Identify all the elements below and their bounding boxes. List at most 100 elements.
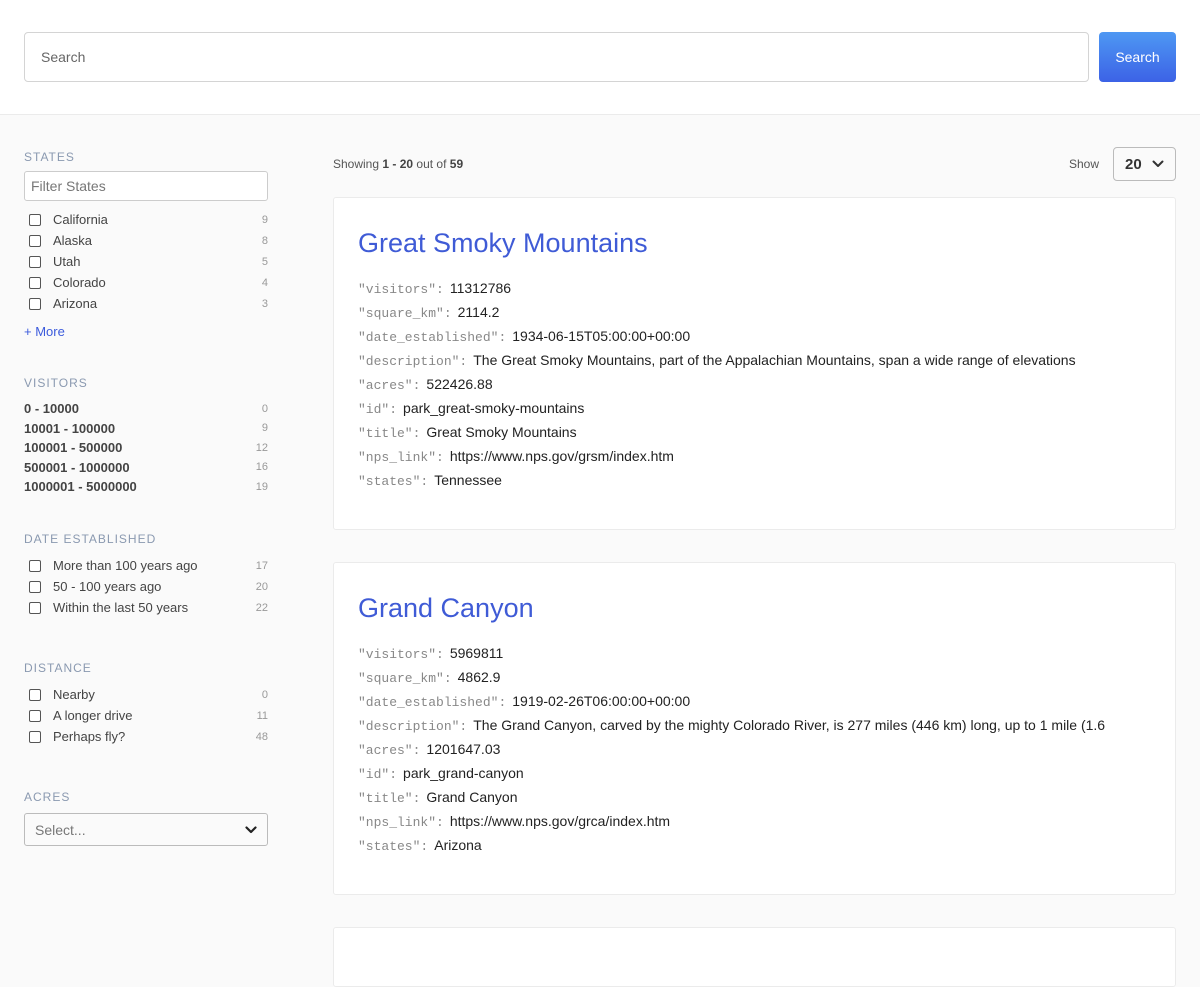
field-key: "acres" xyxy=(358,743,413,758)
field-value: 1919-02-26T06:00:00+00:00 xyxy=(512,693,691,709)
facet-option[interactable]: 50 - 100 years ago 20 xyxy=(24,576,268,597)
page-size-select[interactable]: 20 xyxy=(1113,147,1176,181)
facet-option[interactable]: Within the last 50 years 22 xyxy=(24,597,268,618)
facet-option-label: Nearby xyxy=(53,687,95,702)
field-key: "nps_link" xyxy=(358,450,437,465)
facet-range-label[interactable]: 1000001 - 5000000 xyxy=(24,479,268,494)
field-key: "square_km" xyxy=(358,306,444,321)
facet-option-label: Arizona xyxy=(53,296,98,311)
facet-option[interactable]: Arizona 3 xyxy=(24,293,268,314)
facet-title-visitors: VISITORS xyxy=(24,376,88,390)
field-value: Grand Canyon xyxy=(426,789,518,805)
more-states-link[interactable]: + More xyxy=(24,324,65,339)
field-key: "states" xyxy=(358,839,421,854)
field-key: "id" xyxy=(358,767,390,782)
checkbox[interactable] xyxy=(29,255,41,268)
facet-option-count: 19 xyxy=(255,480,268,493)
field-value: Arizona xyxy=(434,837,482,853)
field-value: Tennessee xyxy=(434,472,502,488)
field-value: 522426.88 xyxy=(426,376,493,392)
facet-option[interactable]: Utah 5 xyxy=(24,251,268,272)
result-field: "states": Tennessee xyxy=(358,472,502,489)
checkbox[interactable] xyxy=(29,730,41,743)
checkbox[interactable] xyxy=(29,234,41,247)
field-value: The Great Smoky Mountains, part of the A… xyxy=(473,352,1076,368)
checkbox[interactable] xyxy=(29,213,41,226)
facet-option[interactable]: California 9 xyxy=(24,209,268,230)
facet-option-count: 17 xyxy=(255,559,268,572)
result-field: "nps_link": https://www.nps.gov/grsm/inde… xyxy=(358,448,674,465)
checkbox[interactable] xyxy=(29,601,41,614)
field-value: 2114.2 xyxy=(457,304,500,320)
facet-range-option[interactable]: 10001 - 100000 9 xyxy=(24,419,268,439)
result-fields: "visitors": 11312786 "square_km": 2114.2 "… xyxy=(358,280,1076,496)
field-value: park_grand-canyon xyxy=(403,765,524,781)
acres-select[interactable]: Select... xyxy=(24,813,268,846)
showing-prefix: Showing xyxy=(333,157,380,171)
facet-option-count: 9 xyxy=(261,422,268,435)
facet-range-option[interactable]: 100001 - 500000 12 xyxy=(24,438,268,458)
facet-option-label: California xyxy=(53,212,108,227)
result-field: "title": Great Smoky Mountains xyxy=(358,424,577,441)
results-range: 1 - 20 xyxy=(382,157,414,171)
result-field: "description": The Grand Canyon, carved b… xyxy=(358,717,1106,734)
result-title-link[interactable]: Grand Canyon xyxy=(358,593,534,624)
facet-option-label: Utah xyxy=(53,254,81,269)
facet-option[interactable]: Alaska 8 xyxy=(24,230,268,251)
checkbox[interactable] xyxy=(29,688,41,701)
field-value: 11312786 xyxy=(449,280,512,296)
facet-title-acres: ACRES xyxy=(24,790,71,804)
facet-option[interactable]: A longer drive 11 xyxy=(24,705,268,726)
results-total: 59 xyxy=(449,157,464,171)
field-value: park_great-smoky-mountains xyxy=(403,400,585,416)
facet-option[interactable]: Perhaps fly? 48 xyxy=(24,726,268,747)
facet-option-count: 0 xyxy=(261,688,268,701)
facet-range-label[interactable]: 0 - 10000 xyxy=(24,401,268,416)
search-header: Search xyxy=(0,0,1200,115)
facet-option-count: 20 xyxy=(255,580,268,593)
field-value: https://www.nps.gov/grca/index.htm xyxy=(449,813,671,829)
checkbox[interactable] xyxy=(29,276,41,289)
facet-range-option[interactable]: 0 - 10000 0 xyxy=(24,399,268,419)
result-title-link[interactable]: Great Smoky Mountains xyxy=(358,228,648,259)
facet-option[interactable]: Nearby 0 xyxy=(24,684,268,705)
field-key: "date_established" xyxy=(358,695,499,710)
facet-option[interactable]: More than 100 years ago 17 xyxy=(24,555,268,576)
search-button[interactable]: Search xyxy=(1099,32,1176,82)
filter-states-input[interactable] xyxy=(24,171,268,201)
results-summary: Showing 1 - 20 out of 59 xyxy=(333,157,463,171)
field-key: "date_established" xyxy=(358,330,499,345)
field-value: Great Smoky Mountains xyxy=(426,424,577,440)
facet-option-label: Alaska xyxy=(53,233,93,248)
result-field: "id": park_great-smoky-mountains xyxy=(358,400,585,417)
facet-option-count: 5 xyxy=(261,255,268,268)
field-key: "visitors" xyxy=(358,647,437,662)
search-input[interactable] xyxy=(24,32,1089,82)
facet-option-label: Colorado xyxy=(53,275,106,290)
result-field: "square_km": 2114.2 xyxy=(358,304,500,321)
facet-title-states: STATES xyxy=(24,150,75,164)
facet-range-label[interactable]: 10001 - 100000 xyxy=(24,421,268,436)
field-key: "nps_link" xyxy=(358,815,437,830)
result-field: "visitors": 5969811 xyxy=(358,645,504,662)
chevron-down-icon xyxy=(1152,160,1164,167)
show-label: Show xyxy=(1068,157,1099,171)
checkbox[interactable] xyxy=(29,297,41,310)
field-value: The Grand Canyon, carved by the mighty C… xyxy=(473,717,1106,733)
facet-option-label: More than 100 years ago xyxy=(53,558,198,573)
checkbox[interactable] xyxy=(29,709,41,722)
facet-range-option[interactable]: 500001 - 1000000 16 xyxy=(24,458,268,478)
facet-option[interactable]: Colorado 4 xyxy=(24,272,268,293)
field-value: 5969811 xyxy=(449,645,504,661)
facet-range-label[interactable]: 500001 - 1000000 xyxy=(24,460,268,475)
checkbox[interactable] xyxy=(29,580,41,593)
field-value: 1201647.03 xyxy=(426,741,501,757)
facet-title-date-established: DATE ESTABLISHED xyxy=(24,532,157,546)
facet-range-option[interactable]: 1000001 - 5000000 19 xyxy=(24,477,268,497)
facet-option-count: 12 xyxy=(255,441,268,454)
result-card: Great Smoky Mountains "visitors": 1131278… xyxy=(333,197,1176,530)
field-key: "description" xyxy=(358,719,460,734)
facet-range-label[interactable]: 100001 - 500000 xyxy=(24,440,268,455)
result-field: "title": Grand Canyon xyxy=(358,789,518,806)
checkbox[interactable] xyxy=(29,559,41,572)
